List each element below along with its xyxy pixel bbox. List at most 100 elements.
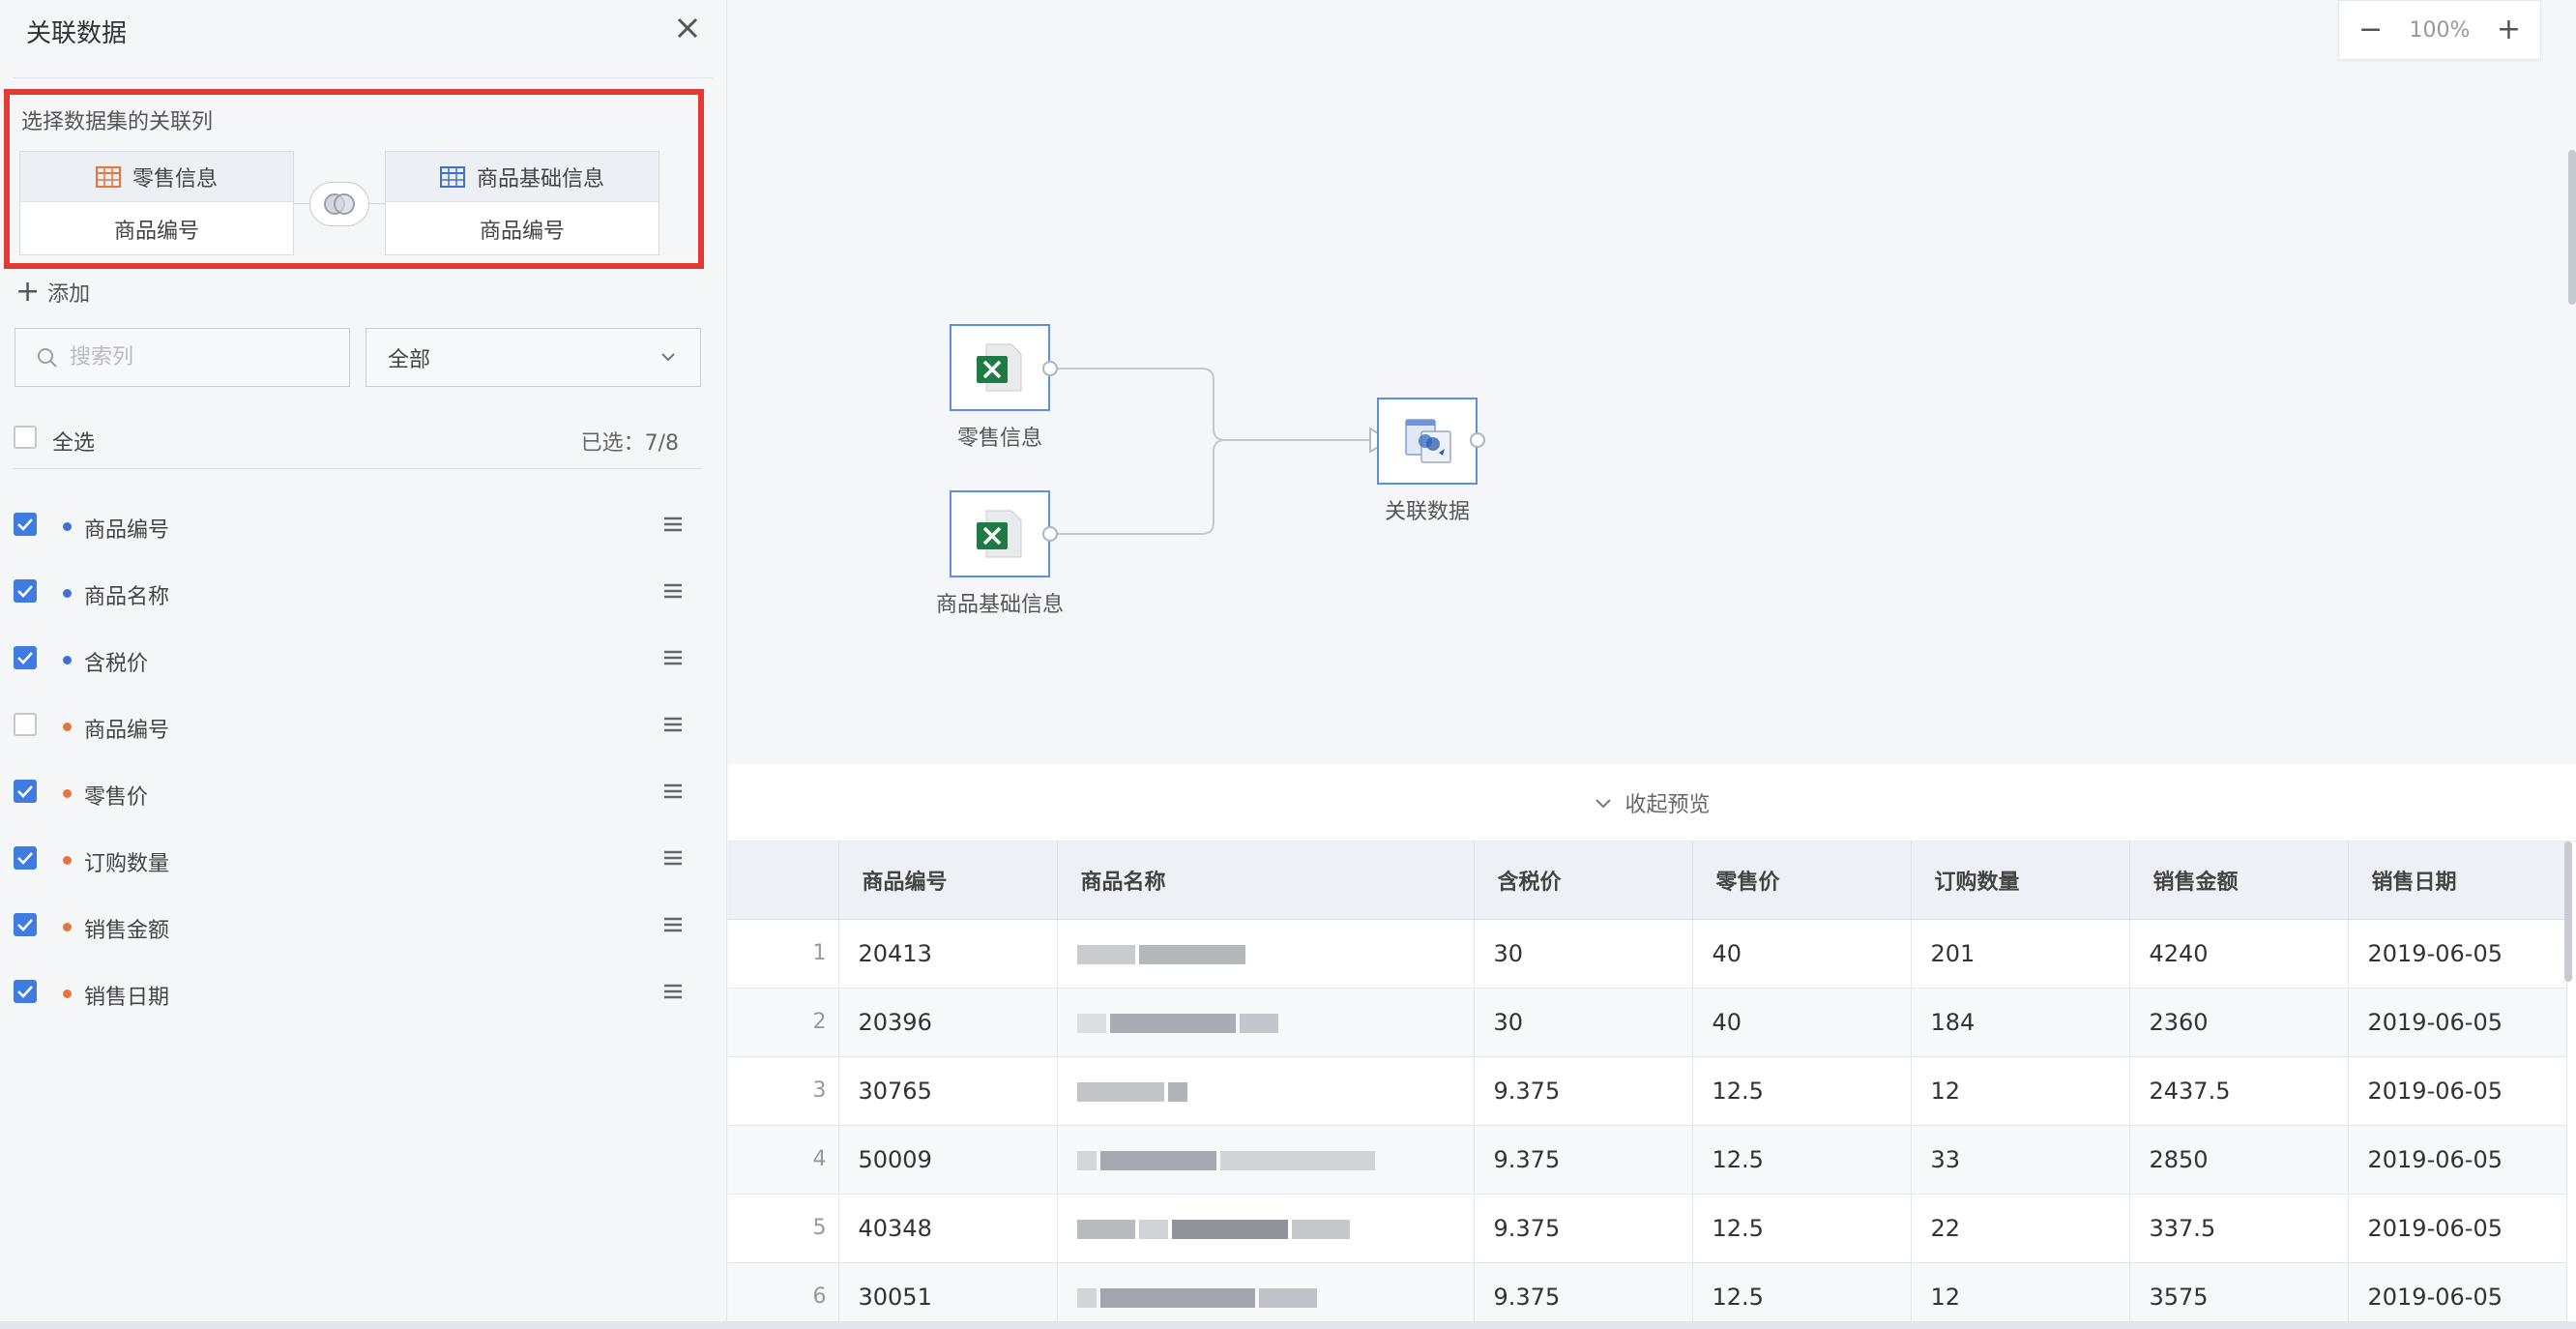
checkmark-icon [17,585,33,598]
table-cell[interactable]: 2019-06-05 [2348,1194,2567,1263]
table-cell[interactable]: 30 [1474,919,1693,989]
field-row[interactable]: 销售金额 [14,905,702,944]
table-cell[interactable]: 20413 [838,919,1058,989]
collapse-preview-button[interactable]: 收起预览 [728,764,2576,842]
table-cell[interactable]: 3575 [2129,1262,2349,1329]
table-cell[interactable]: 9.375 [1474,1194,1693,1263]
join-type-button[interactable] [309,182,369,226]
field-row[interactable]: 订购数量 [14,839,702,877]
field-row[interactable]: 商品编号 [14,705,702,744]
source-dot-orange [63,723,72,731]
redacted-cell[interactable] [1057,1194,1475,1263]
select-all-checkbox[interactable] [14,426,37,449]
table-cell[interactable]: 2019-06-05 [2348,1056,2567,1126]
table-cell[interactable]: 40 [1692,919,1912,989]
table-cell[interactable]: 9.375 [1474,1125,1693,1195]
field-checkbox[interactable] [14,780,37,803]
flow-canvas[interactable]: − 100% + 零售信息 商品基础信息 关联数据 [728,0,2576,764]
field-label: 商品编号 [84,719,170,743]
redacted-cell[interactable] [1057,919,1475,989]
table-cell[interactable]: 12.5 [1692,1262,1912,1329]
drag-handle-icon[interactable] [663,648,683,667]
table-cell[interactable]: 2019-06-05 [2348,988,2567,1057]
right-join-column[interactable]: 商品编号 [386,202,659,255]
table-cell[interactable]: 2437.5 [2129,1056,2349,1126]
drag-handle-icon[interactable] [663,782,683,801]
table-cell[interactable]: 30765 [838,1056,1058,1126]
source-node-product[interactable] [950,490,1050,577]
redacted-cell[interactable] [1057,1056,1475,1126]
table-cell[interactable]: 2360 [2129,988,2349,1057]
field-checkbox[interactable] [14,513,37,536]
drag-handle-icon[interactable] [663,982,683,1001]
field-row[interactable]: 零售价 [14,772,702,811]
table-cell[interactable]: 2019-06-05 [2348,1125,2567,1195]
field-checkbox[interactable] [14,980,37,1003]
field-checkbox[interactable] [14,846,37,870]
output-port[interactable] [1470,432,1485,448]
column-header[interactable]: 订购数量 [1911,842,2130,920]
table-cell[interactable]: 12.5 [1692,1194,1912,1263]
table-cell[interactable]: 30051 [838,1262,1058,1329]
drag-handle-icon[interactable] [663,715,683,734]
output-port[interactable] [1042,526,1058,542]
field-row[interactable]: 含税价 [14,638,702,677]
field-checkbox[interactable] [14,579,37,603]
close-icon[interactable] [673,14,702,43]
table-cell[interactable]: 2850 [2129,1125,2349,1195]
join-caption: 选择数据集的关联列 [21,110,214,134]
source-node-retail[interactable] [950,324,1050,411]
table-cell[interactable]: 9.375 [1474,1056,1693,1126]
table-scrollbar[interactable] [2564,842,2572,982]
field-row[interactable]: 商品编号 [14,505,702,544]
field-filter-select[interactable]: 全部 [366,328,701,387]
field-row[interactable]: 销售日期 [14,972,702,1011]
drag-handle-icon[interactable] [663,848,683,868]
table-cell[interactable]: 50009 [838,1125,1058,1195]
table-row: 1 20413 30 40 201 4240 2019-06-05 [728,919,2567,989]
table-cell[interactable]: 40348 [838,1194,1058,1263]
column-header[interactable]: 销售金额 [2129,842,2349,920]
table-cell[interactable]: 2019-06-05 [2348,1262,2567,1329]
table-cell[interactable]: 33 [1911,1125,2130,1195]
search-field[interactable] [15,328,350,387]
source-dot-orange [63,789,72,798]
column-header[interactable]: 销售日期 [2348,842,2567,920]
column-header[interactable]: 商品编号 [838,842,1058,920]
table-cell[interactable]: 20396 [838,988,1058,1057]
redacted-cell[interactable] [1057,988,1475,1057]
left-join-column[interactable]: 商品编号 [20,202,293,255]
drag-handle-icon[interactable] [663,581,683,601]
table-cell[interactable]: 12 [1911,1262,2130,1329]
column-header[interactable]: 含税价 [1474,842,1693,920]
field-checkbox[interactable] [14,713,37,736]
table-cell[interactable]: 2019-06-05 [2348,919,2567,989]
table-cell[interactable]: 184 [1911,988,2130,1057]
left-dataset-card[interactable]: 零售信息 商品编号 [19,151,294,255]
table-cell[interactable]: 9.375 [1474,1262,1693,1329]
drag-handle-icon[interactable] [663,515,683,534]
drag-handle-icon[interactable] [663,915,683,934]
table-cell[interactable]: 22 [1911,1194,2130,1263]
join-columns-section: 选择数据集的关联列 零售信息 商品编号 商品基础信息 商品编号 [4,89,704,269]
search-input[interactable] [70,345,321,369]
redacted-cell[interactable] [1057,1262,1475,1329]
table-cell[interactable]: 337.5 [2129,1194,2349,1263]
column-header[interactable]: 商品名称 [1057,842,1475,920]
table-cell[interactable]: 201 [1911,919,2130,989]
table-cell[interactable]: 12.5 [1692,1125,1912,1195]
join-node[interactable] [1377,398,1478,485]
table-cell[interactable]: 40 [1692,988,1912,1057]
redacted-cell[interactable] [1057,1125,1475,1195]
add-join-button[interactable]: + 添加 [15,277,90,308]
right-dataset-card[interactable]: 商品基础信息 商品编号 [385,151,659,255]
field-checkbox[interactable] [14,913,37,936]
table-cell[interactable]: 4240 [2129,919,2349,989]
table-cell[interactable]: 12 [1911,1056,2130,1126]
field-checkbox[interactable] [14,646,37,669]
table-cell[interactable]: 30 [1474,988,1693,1057]
field-row[interactable]: 商品名称 [14,572,702,610]
column-header[interactable]: 零售价 [1692,842,1912,920]
table-cell[interactable]: 12.5 [1692,1056,1912,1126]
output-port[interactable] [1042,361,1058,376]
